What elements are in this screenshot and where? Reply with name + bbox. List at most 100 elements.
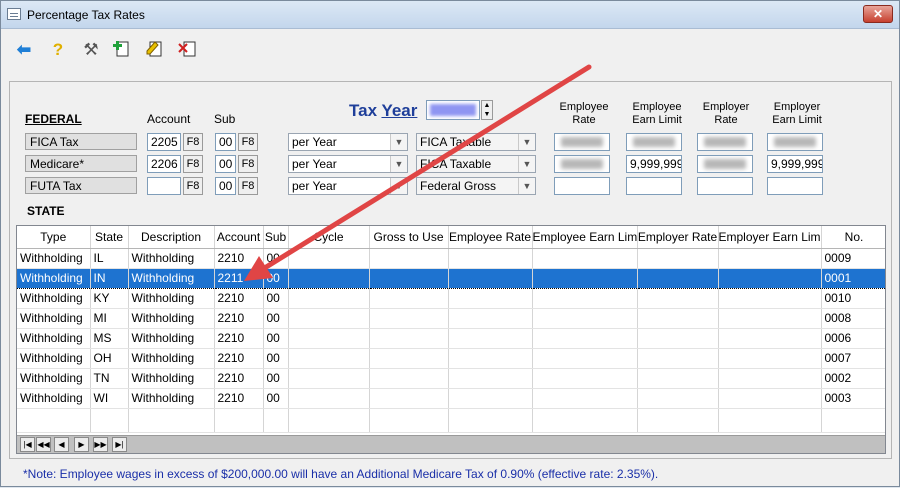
cell-employee-rate[interactable]: [448, 328, 533, 349]
cell-description[interactable]: Withholding: [128, 328, 215, 349]
col-state[interactable]: State: [90, 226, 129, 249]
cell-account[interactable]: 2210: [214, 388, 264, 409]
cell-state[interactable]: TN: [90, 368, 129, 389]
medicare-gross-select[interactable]: FICA Taxable ▼: [416, 155, 536, 173]
cell-sub[interactable]: 00: [263, 388, 289, 409]
cell-cycle[interactable]: [288, 388, 370, 409]
fica-employer-rate-input[interactable]: [697, 133, 753, 151]
cell-type[interactable]: Withholding: [17, 308, 91, 329]
cell-employee-earn-limit[interactable]: [532, 328, 638, 349]
medicare-employee-earn-limit-input[interactable]: 9,999,999: [626, 155, 682, 173]
delete-document-icon[interactable]: [177, 39, 199, 61]
cell-employee-rate[interactable]: [448, 267, 533, 289]
cell-employer-earn-limit[interactable]: [718, 368, 822, 389]
cell-no[interactable]: 0007: [821, 348, 885, 369]
tools-icon[interactable]: ⚒: [80, 39, 102, 61]
futa-account-input[interactable]: [147, 177, 181, 195]
cell-gross-to-use[interactable]: [369, 308, 449, 329]
cell-no[interactable]: 0006: [821, 328, 885, 349]
cell-employer-rate[interactable]: [637, 288, 719, 309]
col-type[interactable]: Type: [17, 226, 91, 249]
cell-employer-earn-limit[interactable]: [718, 388, 822, 409]
futa-employer-earn-limit-input[interactable]: [767, 177, 823, 195]
cell-employer-earn-limit[interactable]: [718, 248, 822, 269]
cell-state[interactable]: KY: [90, 288, 129, 309]
medicare-cycle-select[interactable]: per Year ▼: [288, 155, 408, 173]
cell-employer-earn-limit[interactable]: [718, 288, 822, 309]
cell-type[interactable]: Withholding: [17, 288, 91, 309]
close-button[interactable]: ✕: [863, 5, 893, 23]
medicare-account-lookup-button[interactable]: F8: [183, 155, 203, 173]
cell-account[interactable]: 2210: [214, 328, 264, 349]
cell-sub[interactable]: 00: [263, 368, 289, 389]
cell-gross-to-use[interactable]: [369, 288, 449, 309]
nav-prior-button[interactable]: ◀: [54, 437, 69, 452]
col-no[interactable]: No.: [821, 226, 885, 249]
cell-gross-to-use[interactable]: [369, 348, 449, 369]
cell-employee-earn-limit[interactable]: [532, 248, 638, 269]
cell-no[interactable]: 0001: [821, 267, 885, 289]
cell-sub[interactable]: 00: [263, 348, 289, 369]
cell-employee-rate[interactable]: [448, 388, 533, 409]
cell-no[interactable]: 0003: [821, 388, 885, 409]
tax-year-input[interactable]: [426, 100, 480, 120]
cell-employee-earn-limit[interactable]: [532, 308, 638, 329]
cell-account[interactable]: 2211: [214, 267, 264, 289]
futa-gross-select[interactable]: Federal Gross ▼: [416, 177, 536, 195]
cell-state[interactable]: MS: [90, 328, 129, 349]
cell-state[interactable]: WI: [90, 388, 129, 409]
futa-cycle-select[interactable]: per Year ▼: [288, 177, 408, 195]
fica-sub-lookup-button[interactable]: F8: [238, 133, 258, 151]
cell-account[interactable]: 2210: [214, 248, 264, 269]
fica-cycle-select[interactable]: per Year ▼: [288, 133, 408, 151]
fica-employer-earn-limit-input[interactable]: [767, 133, 823, 151]
fica-employee-earn-limit-input[interactable]: [626, 133, 682, 151]
cell-account[interactable]: 2210: [214, 348, 264, 369]
col-gross-to-use[interactable]: Gross to Use: [369, 226, 449, 249]
cell-employer-rate[interactable]: [637, 328, 719, 349]
cell-employer-rate[interactable]: [637, 248, 719, 269]
cell-cycle[interactable]: [288, 328, 370, 349]
cell-gross-to-use[interactable]: [369, 368, 449, 389]
cell-employee-earn-limit[interactable]: [532, 368, 638, 389]
nav-last-button[interactable]: ▶|: [112, 437, 127, 452]
table-row[interactable]: Withholding TN Withholding 2210 00 0002: [17, 368, 885, 389]
cell-cycle[interactable]: [288, 348, 370, 369]
cell-employer-earn-limit[interactable]: [718, 267, 822, 289]
table-row[interactable]: Withholding IN Withholding 2211 00 0001: [17, 267, 885, 289]
cell-employer-rate[interactable]: [637, 267, 719, 289]
cell-description[interactable]: Withholding: [128, 308, 215, 329]
back-arrow-icon[interactable]: ⬅: [13, 39, 35, 61]
cell-description[interactable]: Withholding: [128, 267, 215, 289]
cell-employee-earn-limit[interactable]: [532, 288, 638, 309]
help-icon[interactable]: ?: [47, 39, 69, 61]
cell-employee-rate[interactable]: [448, 348, 533, 369]
futa-account-lookup-button[interactable]: F8: [183, 177, 203, 195]
nav-first-button[interactable]: |◀: [20, 437, 35, 452]
add-document-icon[interactable]: [111, 39, 133, 61]
cell-employee-rate[interactable]: [448, 248, 533, 269]
cell-sub[interactable]: 00: [263, 328, 289, 349]
cell-employer-rate[interactable]: [637, 388, 719, 409]
col-employee-rate[interactable]: Employee Rate: [448, 226, 533, 249]
nav-next-button[interactable]: ▶: [74, 437, 89, 452]
table-row[interactable]: Withholding MI Withholding 2210 00 0008: [17, 308, 885, 329]
cell-employee-rate[interactable]: [448, 368, 533, 389]
cell-employee-earn-limit[interactable]: [532, 267, 638, 289]
cell-account[interactable]: 2210: [214, 308, 264, 329]
tax-year-spinner[interactable]: ▲ ▼: [481, 100, 493, 120]
col-description[interactable]: Description: [128, 226, 215, 249]
cell-no[interactable]: 0002: [821, 368, 885, 389]
cell-description[interactable]: Withholding: [128, 388, 215, 409]
cell-description[interactable]: Withholding: [128, 348, 215, 369]
col-sub[interactable]: Sub: [263, 226, 289, 249]
cell-sub[interactable]: 00: [263, 288, 289, 309]
cell-type[interactable]: Withholding: [17, 267, 91, 289]
cell-type[interactable]: Withholding: [17, 348, 91, 369]
cell-type[interactable]: Withholding: [17, 368, 91, 389]
nav-next-page-button[interactable]: ▶▶: [93, 437, 108, 452]
cell-no[interactable]: 0009: [821, 248, 885, 269]
cell-state[interactable]: OH: [90, 348, 129, 369]
cell-employer-rate[interactable]: [637, 308, 719, 329]
cell-employer-earn-limit[interactable]: [718, 348, 822, 369]
